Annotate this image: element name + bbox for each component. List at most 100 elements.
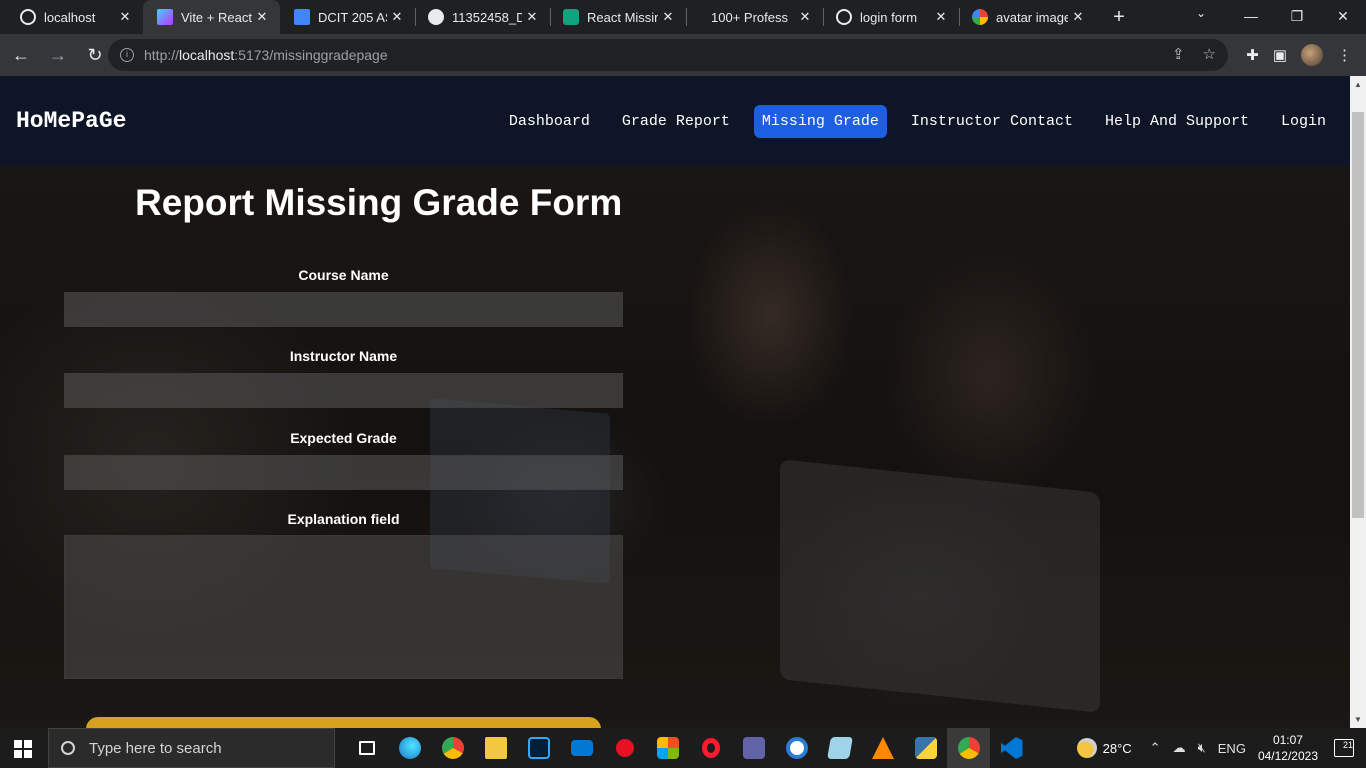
restore-icon[interactable]: ❐	[1274, 0, 1320, 34]
site-info-icon[interactable]: i	[120, 48, 134, 62]
teams-icon[interactable]	[732, 728, 775, 768]
vlc-icon[interactable]	[861, 728, 904, 768]
new-tab-button[interactable]: +	[1104, 6, 1134, 29]
close-icon[interactable]: ✕	[1068, 9, 1088, 25]
chevron-up-icon[interactable]: ⌃	[1150, 740, 1161, 756]
address-bar[interactable]: i http://localhost:5173/missinggradepage…	[108, 39, 1228, 71]
screen-recorder-icon[interactable]	[603, 728, 646, 768]
submit-button[interactable]	[86, 717, 601, 728]
close-icon[interactable]: ✕	[115, 9, 135, 25]
vite-icon	[157, 9, 173, 25]
tab-title: 100+ Profess	[711, 9, 788, 25]
tab-title: 11352458_D	[452, 9, 522, 25]
browser-toolbar: ← → ↻ i http://localhost:5173/missinggra…	[0, 34, 1366, 76]
google-icon	[972, 9, 988, 25]
page-viewport: HoMePaGe Dashboard Grade Report Missing …	[0, 76, 1350, 728]
instructor-name-input[interactable]	[64, 373, 623, 408]
close-icon[interactable]: ✕	[795, 9, 815, 25]
nav-login[interactable]: Login	[1273, 105, 1334, 138]
microsoft-store-icon[interactable]	[646, 728, 689, 768]
edge-icon[interactable]	[388, 728, 431, 768]
reload-icon[interactable]: ↻	[79, 45, 111, 66]
chrome-icon[interactable]	[431, 728, 474, 768]
bookmark-star-icon[interactable]: ☆	[1203, 45, 1216, 63]
notification-icon[interactable]: 21	[1334, 739, 1354, 757]
close-icon[interactable]: ✕	[658, 9, 678, 25]
tab-title: DCIT 205 AS	[318, 9, 387, 25]
instructor-name-label: Instructor Name	[289, 348, 398, 364]
expected-grade-input[interactable]	[64, 455, 623, 490]
tab-title: login form	[860, 9, 918, 25]
forward-icon[interactable]: →	[42, 45, 74, 66]
python-icon[interactable]	[904, 728, 947, 768]
task-view-icon[interactable]	[345, 728, 388, 768]
minimize-icon[interactable]: —	[1228, 0, 1274, 34]
opera-icon[interactable]	[689, 728, 732, 768]
globe-icon	[20, 9, 36, 25]
url-text: http://localhost:5173/missinggradepage	[144, 47, 388, 63]
volume-muted-icon[interactable]: 🔇︎	[1198, 740, 1206, 756]
site-navbar: HoMePaGe Dashboard Grade Report Missing …	[0, 76, 1350, 166]
tab-login-form[interactable]: login form ✕	[824, 0, 959, 34]
tab-localhost[interactable]: localhost ✕	[0, 0, 143, 34]
tab-vite-react[interactable]: Vite + React ✕	[143, 0, 280, 34]
tab-title: React Missin	[587, 9, 658, 25]
taskbar-apps	[345, 728, 1033, 768]
weather-widget[interactable]: 28°C	[1076, 738, 1132, 758]
search-icon	[61, 741, 75, 755]
scroll-up-icon[interactable]: ▲	[1354, 80, 1362, 89]
weather-icon	[1076, 738, 1097, 758]
cloud-icon[interactable]: ☁	[1173, 740, 1186, 756]
page-scrollbar[interactable]: ▲ ▼	[1350, 76, 1366, 728]
clock[interactable]: 01:07 04/12/2023	[1258, 732, 1318, 764]
vscode-icon[interactable]	[990, 728, 1033, 768]
clock-time: 01:07	[1272, 733, 1303, 747]
side-panel-icon[interactable]: ▣	[1273, 46, 1287, 64]
close-window-icon[interactable]: ✕	[1320, 0, 1366, 34]
explanation-textarea[interactable]	[64, 535, 623, 679]
mail-icon[interactable]	[560, 728, 603, 768]
menu-icon[interactable]: ⋮	[1337, 46, 1352, 64]
extensions-icon[interactable]: ✚	[1246, 46, 1259, 64]
course-name-input[interactable]	[64, 292, 623, 327]
tab-react-missing[interactable]: React Missin ✕	[551, 0, 686, 34]
tab-title: localhost	[44, 9, 96, 25]
close-icon[interactable]: ✕	[387, 9, 407, 25]
tab-github[interactable]: 11352458_D ✕	[416, 0, 550, 34]
close-icon[interactable]: ✕	[522, 9, 542, 25]
notes-app-icon[interactable]	[818, 728, 861, 768]
globe-icon	[836, 9, 852, 25]
windows-start-icon[interactable]	[14, 740, 32, 758]
taskbar-search[interactable]: Type here to search	[48, 728, 335, 768]
form-title: Report Missing Grade Form	[135, 182, 623, 223]
temperature: 28°C	[1102, 740, 1132, 756]
tab-title: avatar image	[996, 9, 1068, 25]
tab-avatar-image[interactable]: avatar image ✕	[960, 0, 1096, 34]
chrome-active-icon[interactable]	[947, 728, 990, 768]
back-icon[interactable]: ←	[5, 45, 37, 66]
docs-icon	[294, 9, 310, 25]
tab-professional[interactable]: 100+ Profess ✕	[687, 0, 823, 34]
nav-help-and-support[interactable]: Help And Support	[1097, 105, 1257, 138]
word-app-icon[interactable]	[775, 728, 818, 768]
file-explorer-icon[interactable]	[474, 728, 517, 768]
tab-title: Vite + React	[181, 9, 252, 25]
language-indicator[interactable]: ENG	[1218, 741, 1246, 756]
tab-dcit[interactable]: DCIT 205 AS ✕	[280, 0, 415, 34]
scrollbar-thumb[interactable]	[1352, 112, 1364, 518]
windows-taskbar: Type here to search 28°C ⌃ ☁ 🔇︎ ENG 01:0…	[0, 728, 1366, 768]
nav-missing-grade[interactable]: Missing Grade	[753, 105, 887, 138]
nav-grade-report[interactable]: Grade Report	[614, 105, 738, 138]
photoshop-icon[interactable]	[517, 728, 560, 768]
scroll-down-icon[interactable]: ▼	[1354, 715, 1362, 724]
close-icon[interactable]: ✕	[252, 9, 272, 25]
nav-dashboard[interactable]: Dashboard	[501, 105, 598, 138]
close-icon[interactable]: ✕	[931, 9, 951, 25]
nav-links: Dashboard Grade Report Missing Grade Ins…	[501, 105, 1350, 138]
site-brand[interactable]: HoMePaGe	[16, 108, 126, 134]
share-icon[interactable]: ⇪	[1172, 45, 1185, 63]
tab-search-icon[interactable]: ⌄	[1196, 6, 1206, 20]
nav-instructor-contact[interactable]: Instructor Contact	[903, 105, 1081, 138]
profile-avatar[interactable]	[1301, 44, 1323, 66]
system-tray: 28°C ⌃ ☁ 🔇︎ ENG 01:07 04/12/2023 21	[1076, 728, 1366, 768]
